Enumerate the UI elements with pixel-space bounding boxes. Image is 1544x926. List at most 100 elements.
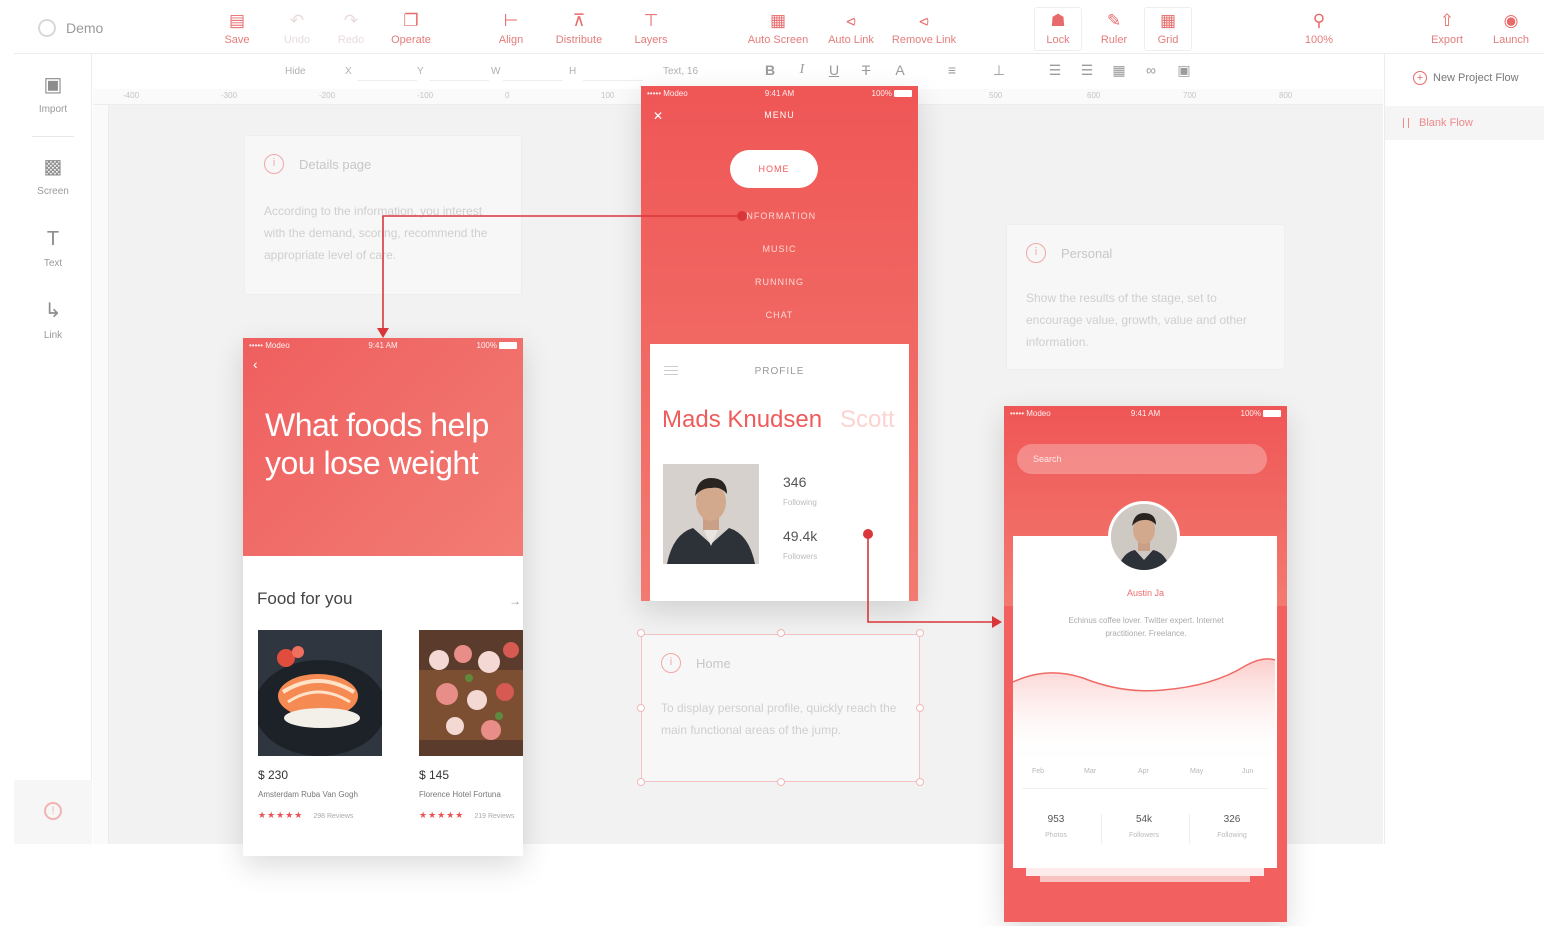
divider bbox=[1101, 814, 1102, 844]
launch-button[interactable]: ◉ Launch bbox=[1480, 10, 1542, 46]
avatar[interactable] bbox=[1108, 501, 1180, 573]
back-arrow-icon[interactable]: ‹ bbox=[253, 356, 258, 372]
bullet-list-icon[interactable]: ☰ bbox=[1045, 62, 1065, 79]
card-stack bbox=[1026, 868, 1264, 876]
food-price: $ 230 bbox=[258, 768, 289, 782]
export-icon: ⇧ bbox=[1439, 11, 1455, 30]
link-insert-icon[interactable]: ∞ bbox=[1141, 62, 1161, 78]
auto-screen-button[interactable]: ▦ Auto Screen bbox=[740, 10, 816, 46]
food-headline: What foods help you lose weight bbox=[265, 407, 489, 481]
note-personal[interactable]: i Personal Show the results of the stage… bbox=[1006, 224, 1285, 370]
numbered-list-icon[interactable]: ☰ bbox=[1077, 62, 1097, 79]
menu-item-information[interactable]: INFORMATION bbox=[641, 211, 918, 221]
h-input[interactable] bbox=[583, 80, 643, 81]
text-icon: T bbox=[46, 228, 60, 250]
status-bar: ••••• Modeo 9:41 AM 100% bbox=[641, 86, 918, 100]
project-name[interactable]: Demo bbox=[66, 20, 103, 36]
distribute-button[interactable]: ⊼ Distribute bbox=[542, 10, 616, 46]
ruler-pen-icon: ✎ bbox=[1106, 11, 1122, 30]
screen-tool[interactable]: ▩ Screen bbox=[14, 154, 92, 197]
grid-button[interactable]: ▦ Grid bbox=[1144, 7, 1192, 51]
auto-screen-icon: ▦ bbox=[769, 11, 787, 30]
flow-icon bbox=[1403, 118, 1409, 128]
menu-item-music[interactable]: MUSIC bbox=[641, 244, 918, 254]
screen-food-details[interactable]: ••••• Modeo 9:41 AM 100% ‹ What foods he… bbox=[243, 338, 523, 856]
align-button[interactable]: ⊢ Align bbox=[474, 10, 548, 46]
profile-photo bbox=[663, 464, 759, 564]
image-insert-icon[interactable]: ▣ bbox=[1174, 62, 1194, 79]
selection-handle[interactable] bbox=[777, 629, 785, 637]
screen-menu-profile[interactable]: ••••• Modeo 9:41 AM 100% ✕ MENU HOME INF… bbox=[641, 86, 918, 601]
layers-button[interactable]: ⊤ Layers bbox=[614, 10, 688, 46]
hide-toggle[interactable]: Hide bbox=[285, 66, 306, 77]
selection-handle[interactable] bbox=[916, 629, 924, 637]
strikethrough-icon[interactable]: T bbox=[856, 62, 876, 78]
remove-link-button[interactable]: ⪦ Remove Link bbox=[884, 10, 964, 46]
following-label: Following bbox=[1217, 832, 1247, 839]
more-arrow-icon[interactable]: → bbox=[509, 594, 521, 608]
app-logo-icon[interactable] bbox=[38, 19, 56, 37]
note-home[interactable]: i Home To display personal profile, quic… bbox=[641, 634, 920, 782]
note-details-page[interactable]: i Details page According to the informat… bbox=[244, 135, 522, 295]
grid-icon: ▦ bbox=[1159, 11, 1177, 30]
new-project-flow-button[interactable]: + New Project Flow bbox=[1413, 71, 1519, 85]
valign-icon[interactable]: ⊥ bbox=[989, 62, 1009, 79]
profile-name: Mads Knudsen bbox=[662, 406, 823, 433]
selection-handle[interactable] bbox=[916, 778, 924, 786]
left-toolbar: ▣ Import ▩ Screen T Text ↳ Link ! bbox=[14, 54, 92, 844]
status-bar: ••••• Modeo 9:41 AM 100% bbox=[1004, 406, 1287, 420]
home-menu-button[interactable]: HOME bbox=[730, 150, 818, 188]
menu-item-chat[interactable]: CHAT bbox=[641, 310, 918, 320]
plus-icon: + bbox=[1413, 71, 1427, 85]
info-icon: i bbox=[264, 154, 284, 174]
following-label: Following bbox=[783, 498, 817, 507]
w-field-label: W bbox=[491, 66, 501, 77]
profile-title: PROFILE bbox=[754, 366, 805, 377]
auto-link-button[interactable]: ⪦ Auto Link bbox=[814, 10, 888, 46]
vertical-ruler bbox=[93, 105, 109, 844]
chart-month-label: May bbox=[1190, 768, 1204, 775]
selection-handle[interactable] bbox=[916, 704, 924, 712]
text-color-icon[interactable]: A bbox=[890, 62, 910, 78]
help-button[interactable]: ! bbox=[14, 780, 92, 844]
menu-item-running[interactable]: RUNNING bbox=[641, 277, 918, 287]
import-tool[interactable]: ▣ Import bbox=[14, 72, 92, 115]
bold-icon[interactable]: B bbox=[760, 62, 780, 78]
link-tool[interactable]: ↳ Link bbox=[14, 298, 92, 341]
selection-handle[interactable] bbox=[637, 778, 645, 786]
followers-count: 49.4k bbox=[783, 528, 818, 544]
search-input[interactable]: Search bbox=[1017, 444, 1267, 474]
text-tool[interactable]: T Text bbox=[14, 226, 92, 269]
photos-label: Photos bbox=[1045, 832, 1067, 839]
blank-flow-item[interactable]: Blank Flow bbox=[1385, 106, 1544, 140]
screen-personal[interactable]: ••••• Modeo 9:41 AM 100% Search Austin J… bbox=[1004, 406, 1287, 922]
table-icon[interactable]: ▦ bbox=[1109, 62, 1129, 79]
zoom-button[interactable]: ⚲ 100% bbox=[1282, 10, 1356, 46]
food-image-sushi[interactable] bbox=[258, 630, 382, 756]
selection-handle[interactable] bbox=[637, 704, 645, 712]
food-image-bruschetta[interactable] bbox=[419, 630, 523, 756]
align-left-icon[interactable]: ≡ bbox=[942, 62, 962, 78]
info-icon: i bbox=[1026, 243, 1046, 263]
y-field-label: Y bbox=[417, 66, 424, 77]
x-input[interactable] bbox=[357, 80, 417, 81]
italic-icon[interactable]: I bbox=[792, 62, 812, 78]
underline-icon[interactable]: U bbox=[824, 62, 844, 78]
battery-icon bbox=[499, 342, 517, 349]
w-input[interactable] bbox=[503, 80, 563, 81]
layers-icon: ⊤ bbox=[643, 11, 659, 30]
food-price: $ 145 bbox=[419, 768, 450, 782]
selection-handle[interactable] bbox=[637, 629, 645, 637]
y-input[interactable] bbox=[429, 80, 489, 81]
ruler-button[interactable]: ✎ Ruler bbox=[1088, 10, 1140, 46]
menu-title: MENU bbox=[764, 110, 795, 120]
export-button[interactable]: ⇧ Export bbox=[1410, 10, 1484, 46]
status-bar: ••••• Modeo 9:41 AM 100% bbox=[243, 338, 523, 352]
lock-icon: ☗ bbox=[1050, 11, 1066, 30]
selection-handle[interactable] bbox=[777, 778, 785, 786]
divider bbox=[1189, 814, 1190, 844]
operate-button[interactable]: ❐ Operate bbox=[374, 10, 448, 46]
text-size-select[interactable]: Text, 16 bbox=[663, 66, 698, 77]
lock-button[interactable]: ☗ Lock bbox=[1034, 7, 1082, 51]
flow-panel: + New Project Flow Blank Flow bbox=[1384, 54, 1544, 844]
